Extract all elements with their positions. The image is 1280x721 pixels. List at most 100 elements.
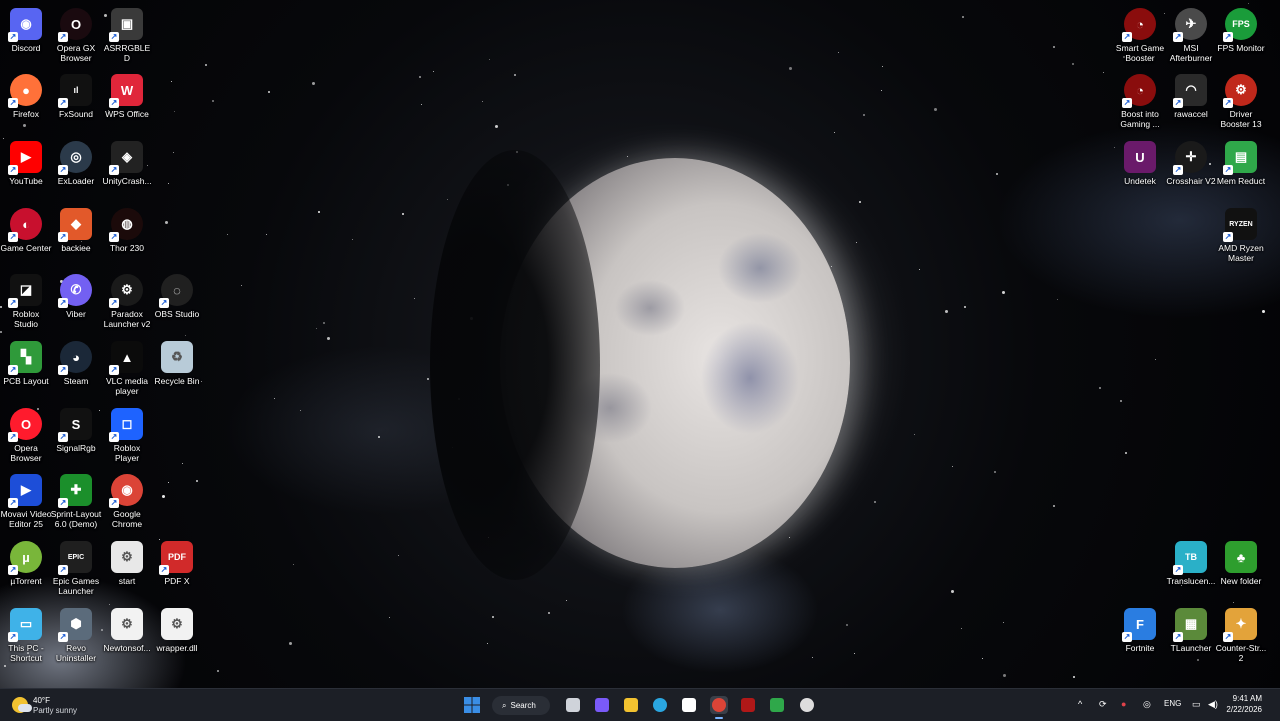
edge-taskbar-button[interactable]: [651, 696, 669, 714]
star: [1053, 46, 1055, 48]
desktop-icon[interactable]: ◉ ↗ Google Chrome: [101, 470, 153, 529]
desktop-icon[interactable]: F ↗ Fortnite: [1114, 604, 1166, 653]
desktop-icon[interactable]: ◉ ↗ Discord: [0, 4, 52, 53]
desktop-icon[interactable]: ✆ ↗ Viber: [50, 270, 102, 319]
shortcut-arrow-icon: ↗: [1173, 632, 1183, 642]
desktop-icon[interactable]: FPS ↗ FPS Monitor: [1215, 4, 1267, 53]
desktop-icon-label: UnityCrash...: [102, 176, 152, 186]
desktop-icon[interactable]: ✚ ↗ Sprint-Layout 6.0 (Demo): [50, 470, 102, 529]
desktop-icon[interactable]: ıl ↗ FxSound: [50, 70, 102, 119]
weather-widget[interactable]: 40°F Partly sunny: [12, 694, 102, 718]
task-view-taskbar-button[interactable]: [564, 696, 582, 714]
desktop-icon[interactable]: U Undetek: [1114, 137, 1166, 186]
desktop-icon[interactable]: RYZEN ↗ AMD Ryzen Master: [1215, 204, 1267, 263]
search-button[interactable]: ⌕ Search: [492, 696, 550, 715]
desktop-icon-label: Newtonsof...: [103, 643, 151, 653]
desktop-icon[interactable]: ◐ ↗ Game Center: [0, 204, 52, 253]
desktop-icon[interactable]: ▤ ↗ Mem Reduct: [1215, 137, 1267, 186]
file-explorer-taskbar-button[interactable]: [622, 696, 640, 714]
windows-start-icon: [464, 697, 480, 713]
desktop-icon[interactable]: ◆ ↗ backiee: [50, 204, 102, 253]
desktop-icon[interactable]: S ↗ SignalRgb: [50, 404, 102, 453]
smart-game-booster-taskbar-button[interactable]: [739, 696, 757, 714]
sync-icon[interactable]: ⟳: [1099, 699, 1107, 710]
desktop-icon[interactable]: PDF ↗ PDF X: [151, 537, 203, 586]
desktop-icon[interactable]: W ↗ WPS Office: [101, 70, 153, 119]
desktop-icon[interactable]: ▣ ↗ ASRRGBLED: [101, 4, 153, 63]
desktop-icon[interactable]: ▲ ↗ VLC media player: [101, 337, 153, 396]
desktop-icon[interactable]: O ↗ Opera GX Browser: [50, 4, 102, 63]
dll-file-icon: ⚙: [161, 608, 193, 640]
roblox-studio-icon: ◪ ↗: [8, 274, 42, 308]
desktop-icon[interactable]: ◎ ↗ ExLoader: [50, 137, 102, 186]
show-hidden-icons-button[interactable]: ^: [1078, 699, 1082, 709]
star: [548, 612, 550, 614]
desktop-icon[interactable]: µ ↗ µTorrent: [0, 537, 52, 586]
star: [182, 463, 183, 464]
crosshair-taskbar-button[interactable]: [798, 696, 816, 714]
desktop[interactable]: ◉ ↗ Discord O ↗ Opera GX Browser ▣ ↗ ASRRGBLED ● ↗…: [0, 0, 1280, 688]
windows-start-button[interactable]: [463, 696, 481, 714]
desktop-icon[interactable]: ◌ ↗ OBS Studio: [151, 270, 203, 319]
mem-reduct-taskbar-button[interactable]: [768, 696, 786, 714]
desktop-icon[interactable]: ▶ ↗ YouTube: [0, 137, 52, 186]
desktop-icon[interactable]: ⚙ Newtonsof...: [101, 604, 153, 653]
desktop-icon[interactable]: ⬢ ↗ Revo Uninstaller: [50, 604, 102, 663]
desktop-icon-label: OBS Studio: [154, 309, 200, 319]
desktop-icon[interactable]: ◔ ↗ Smart Game Booster: [1114, 4, 1166, 63]
desktop-icon[interactable]: ◍ ↗ Thor 230: [101, 204, 153, 253]
desktop-icon[interactable]: ◪ ↗ Roblox Studio: [0, 270, 52, 329]
desktop-icon[interactable]: ● ↗ Firefox: [0, 70, 52, 119]
desktop-icon[interactable]: ◈ ↗ UnityCrash...: [101, 137, 153, 186]
desktop-icon[interactable]: ◠ ↗ rawaccel: [1165, 70, 1217, 119]
star: [398, 555, 399, 556]
copilot-taskbar-button[interactable]: [593, 696, 611, 714]
clock[interactable]: 9:41 AM 2/22/2026: [1222, 693, 1262, 715]
desktop-icon[interactable]: ♣ New folder: [1215, 537, 1267, 586]
display-icon[interactable]: ▭: [1192, 699, 1201, 710]
star: [378, 436, 380, 438]
chrome-taskbar-button[interactable]: [710, 696, 728, 719]
viber-icon: ✆ ↗: [58, 274, 92, 308]
volume-icon[interactable]: ◀): [1208, 699, 1218, 710]
desktop-icon-label: Recycle Bin: [154, 376, 200, 386]
desktop-icon[interactable]: ⚙ start: [101, 537, 153, 586]
star: [834, 132, 835, 133]
desktop-icon[interactable]: ◕ ↗ Steam: [50, 337, 102, 386]
desktop-icon[interactable]: ✈ ↗ MSI Afterburner: [1165, 4, 1217, 63]
star: [961, 628, 962, 629]
chrome-icon: ◉ ↗: [109, 474, 143, 508]
star: [227, 234, 228, 235]
desktop-icon[interactable]: ▭ ↗ This PC - Shortcut: [0, 604, 52, 663]
microsoft-store-taskbar-button[interactable]: [680, 696, 698, 714]
desktop-icon-label: Steam: [63, 376, 89, 386]
microphone-icon[interactable]: ●: [1121, 699, 1126, 709]
shortcut-arrow-icon: ↗: [1122, 32, 1132, 42]
desktop-icon[interactable]: ▦ ↗ TLauncher: [1165, 604, 1217, 653]
desktop-icon-label: TLauncher: [1170, 643, 1212, 653]
desktop-icon[interactable]: ▚ ↗ PCB Layout: [0, 337, 52, 386]
desktop-icon[interactable]: ✦ ↗ Counter-Str... 2: [1215, 604, 1267, 663]
star: [318, 211, 320, 213]
language-indicator[interactable]: ENG: [1164, 699, 1181, 708]
desktop-icon[interactable]: ⚙ ↗ Driver Booster 13: [1215, 70, 1267, 129]
desktop-icon[interactable]: ▶ ↗ Movavi Video Editor 25: [0, 470, 52, 529]
desktop-icon[interactable]: TB ↗ Translucen...: [1165, 537, 1217, 586]
desktop-icon[interactable]: ◔ ↗ Boost into Gaming ...: [1114, 70, 1166, 129]
desktop-icon[interactable]: EPIC ↗ Epic Games Launcher: [50, 537, 102, 596]
desktop-icon[interactable]: ◻ ↗ Roblox Player: [101, 404, 153, 463]
star: [289, 642, 292, 645]
desktop-icon[interactable]: ✛ ↗ Crosshair V2: [1165, 137, 1217, 186]
desktop-icon-label: ASRRGBLED: [103, 43, 151, 63]
shortcut-arrow-icon: ↗: [1173, 565, 1183, 575]
desktop-icon[interactable]: O ↗ Opera Browser: [0, 404, 52, 463]
desktop-icon[interactable]: ⚙ ↗ Paradox Launcher v2: [101, 270, 153, 329]
fortnite-icon: F ↗: [1122, 608, 1156, 642]
desktop-icon[interactable]: ♻ Recycle Bin: [151, 337, 203, 386]
shortcut-arrow-icon: ↗: [159, 565, 169, 575]
shortcut-arrow-icon: ↗: [1223, 98, 1233, 108]
desktop-icon-label: µTorrent: [10, 576, 42, 586]
shortcut-arrow-icon: ↗: [1122, 632, 1132, 642]
network-icon[interactable]: ◎: [1143, 699, 1151, 710]
desktop-icon[interactable]: ⚙ wrapper.dll: [151, 604, 203, 653]
